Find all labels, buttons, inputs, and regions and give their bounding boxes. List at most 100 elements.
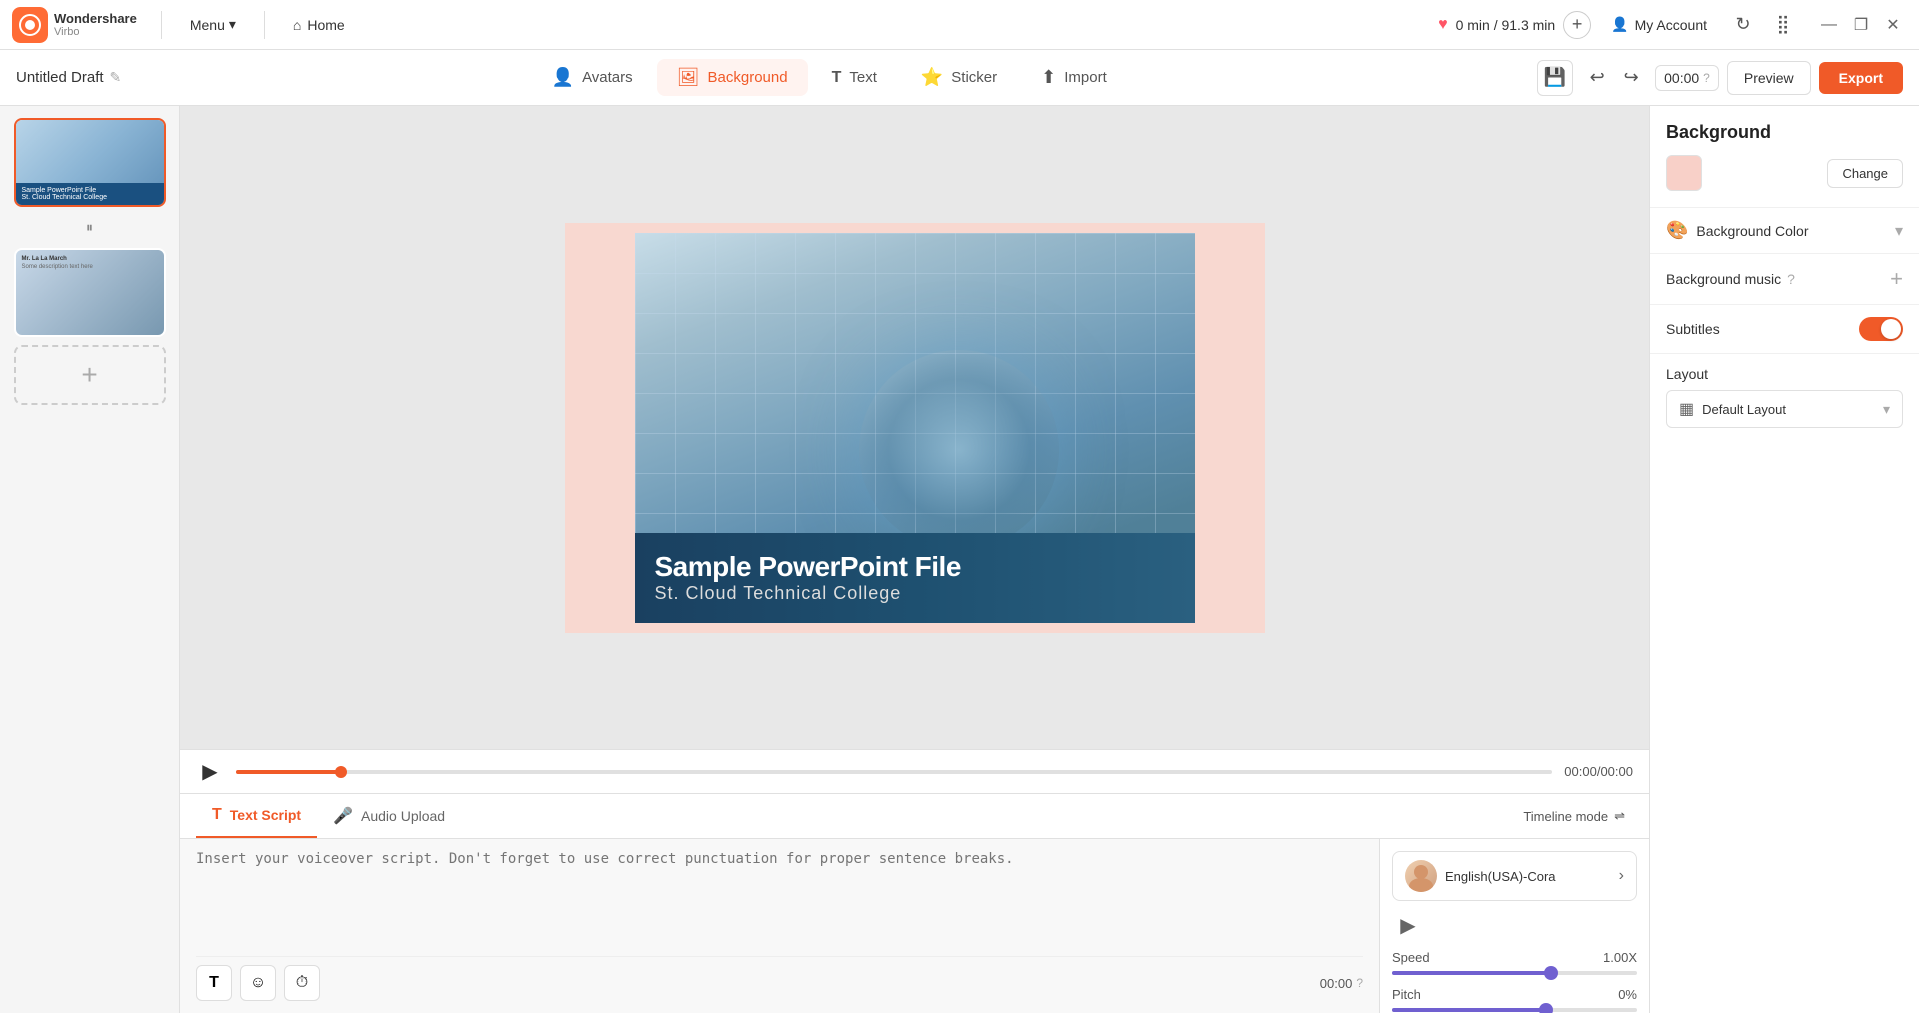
background-section: Background Change <box>1650 106 1919 208</box>
pitch-slider[interactable] <box>1392 1008 1637 1012</box>
background-icon: 🖼 <box>677 67 700 88</box>
voice-panel: English(USA)-Cora › ▶ Speed 1.00X <box>1379 839 1649 1013</box>
draft-title-text: Untitled Draft <box>16 69 104 86</box>
voice-name: English(USA)-Cora <box>1445 869 1611 884</box>
redo-button[interactable]: ↪ <box>1615 62 1647 94</box>
bg-music-help-icon[interactable]: ? <box>1787 271 1795 287</box>
layout-section: Layout ▦ Default Layout ▾ <box>1650 354 1919 440</box>
refresh-button[interactable]: ↻ <box>1727 9 1759 41</box>
close-button[interactable]: ✕ <box>1879 11 1907 39</box>
voice-play-button[interactable]: ▶ <box>1392 913 1424 938</box>
script-content: T ☺ ⏱ 00:00 ? <box>180 839 1649 1013</box>
edit-title-icon[interactable]: ✎ <box>110 69 122 86</box>
slide-thumb-text-1: Sample PowerPoint FileSt. Cloud Technica… <box>16 183 164 205</box>
pitch-label: Pitch <box>1392 987 1421 1002</box>
emoji-button[interactable]: ☺ <box>240 965 276 1001</box>
layout-select[interactable]: ▦ Default Layout ▾ <box>1666 390 1903 428</box>
timeline-mode-icon: ⇌ <box>1614 808 1625 824</box>
undo-icon: ↩ <box>1590 67 1605 88</box>
script-tabs: T Text Script 🎤 Audio Upload Timeline mo… <box>180 794 1649 839</box>
emoji-icon: ☺ <box>250 974 266 992</box>
duration-text: 0 min / 91.3 min <box>1456 17 1556 33</box>
home-button[interactable]: ⌂ Home <box>281 11 357 39</box>
time-value: 00:00 <box>1664 70 1699 86</box>
background-label: Background <box>708 69 788 86</box>
progress-track[interactable] <box>236 770 1552 774</box>
heart-icon: ♥ <box>1438 16 1448 34</box>
preview-button[interactable]: Preview <box>1727 61 1811 95</box>
tab-text[interactable]: T Text <box>812 61 897 95</box>
timer-value: 00:00 <box>1320 976 1353 991</box>
import-icon: ⬆ <box>1041 67 1056 88</box>
current-time: 00:00 <box>1564 764 1597 779</box>
playback-time: 00:00/00:00 <box>1564 764 1633 779</box>
text-script-tab[interactable]: T Text Script <box>196 794 317 838</box>
menu-button[interactable]: Menu ▾ <box>178 10 248 39</box>
toolbar: Untitled Draft ✎ 👤 Avatars 🖼 Background … <box>0 50 1919 106</box>
clock-button[interactable]: ⏱ <box>284 965 320 1001</box>
bg-color-section-row[interactable]: 🎨 Background Color ▾ <box>1650 208 1919 254</box>
logo-icon <box>12 7 48 43</box>
time-display: 00:00 ? <box>1655 65 1719 91</box>
bg-music-text: Background music <box>1666 271 1781 287</box>
pitch-param: Pitch 0% <box>1392 987 1637 1012</box>
my-account-label: My Account <box>1635 17 1707 33</box>
speed-header: Speed 1.00X <box>1392 950 1637 965</box>
preview-label: Preview <box>1744 70 1794 86</box>
text-script-icon: T <box>212 806 222 824</box>
tab-sticker[interactable]: ⭐ Sticker <box>901 59 1017 96</box>
account-icon: 👤 <box>1611 16 1628 33</box>
speed-param: Speed 1.00X <box>1392 950 1637 975</box>
add-music-button[interactable]: + <box>1890 266 1903 292</box>
minimize-button[interactable]: — <box>1815 11 1843 39</box>
export-button[interactable]: Export <box>1819 62 1903 94</box>
voice-arrow-icon: › <box>1619 867 1624 885</box>
layout-label: Layout <box>1666 366 1903 382</box>
toggle-thumb <box>1881 319 1901 339</box>
save-button[interactable]: 💾 <box>1537 60 1573 96</box>
slide-item-2[interactable]: 2 Mr. La La March Some description text … <box>14 248 166 337</box>
time-help-icon: ? <box>1703 71 1710 85</box>
text-tab-icon: T <box>832 69 842 87</box>
slide-item-1[interactable]: 1 ··· Sample PowerPoint FileSt. Cloud Te… <box>14 118 166 207</box>
main-layout: 1 ··· Sample PowerPoint FileSt. Cloud Te… <box>0 106 1919 1013</box>
bg-color-swatch[interactable] <box>1666 155 1702 191</box>
layout-select-text: Default Layout <box>1702 402 1875 417</box>
voice-selector[interactable]: English(USA)-Cora › <box>1392 851 1637 901</box>
my-account-button[interactable]: 👤 My Account <box>1599 10 1719 39</box>
canvas-subtitle: St. Cloud Technical College <box>655 583 1175 604</box>
audio-upload-tab[interactable]: 🎤 Audio Upload <box>317 794 461 838</box>
script-textarea[interactable] <box>196 851 1363 956</box>
bg-color-icon: 🎨 <box>1666 220 1688 241</box>
layout-chevron-icon: ▾ <box>1883 401 1890 418</box>
slide-audio-icon: ⏸ <box>86 219 93 236</box>
audio-upload-icon: 🎤 <box>333 806 353 826</box>
text-format-button[interactable]: T <box>196 965 232 1001</box>
subtitles-toggle[interactable] <box>1859 317 1903 341</box>
menu-label: Menu <box>190 17 225 33</box>
slide-thumbnail-2: Mr. La La March Some description text he… <box>16 250 164 335</box>
tab-import[interactable]: ⬆ Import <box>1021 59 1127 96</box>
speed-slider[interactable] <box>1392 971 1637 975</box>
change-button[interactable]: Change <box>1827 159 1903 188</box>
add-slide-button[interactable]: + <box>14 345 166 405</box>
timeline-mode-button[interactable]: Timeline mode ⇌ <box>1515 802 1633 830</box>
undo-button[interactable]: ↩ <box>1581 62 1613 94</box>
text-script-label: Text Script <box>230 807 301 823</box>
tab-avatars[interactable]: 👤 Avatars <box>532 59 653 96</box>
background-section-label: Background <box>1666 122 1903 143</box>
export-label: Export <box>1839 70 1883 86</box>
play-button[interactable]: ▶ <box>196 758 224 786</box>
subtitles-label: Subtitles <box>1666 321 1859 337</box>
divider-2 <box>264 11 265 39</box>
play-icon: ▶ <box>202 759 217 784</box>
add-time-button[interactable]: + <box>1563 11 1591 39</box>
window-controls: — ❐ ✕ <box>1815 11 1907 39</box>
right-panel: Background Change 🎨 Background Color ▾ B… <box>1649 106 1919 1013</box>
restore-button[interactable]: ❐ <box>1847 11 1875 39</box>
logo-text: Wondershare Virbo <box>54 11 137 39</box>
grid-button[interactable]: ⣿ <box>1767 9 1799 41</box>
tab-background[interactable]: 🖼 Background <box>657 59 808 96</box>
voice-avatar <box>1405 860 1437 892</box>
script-area: T Text Script 🎤 Audio Upload Timeline mo… <box>180 793 1649 1013</box>
